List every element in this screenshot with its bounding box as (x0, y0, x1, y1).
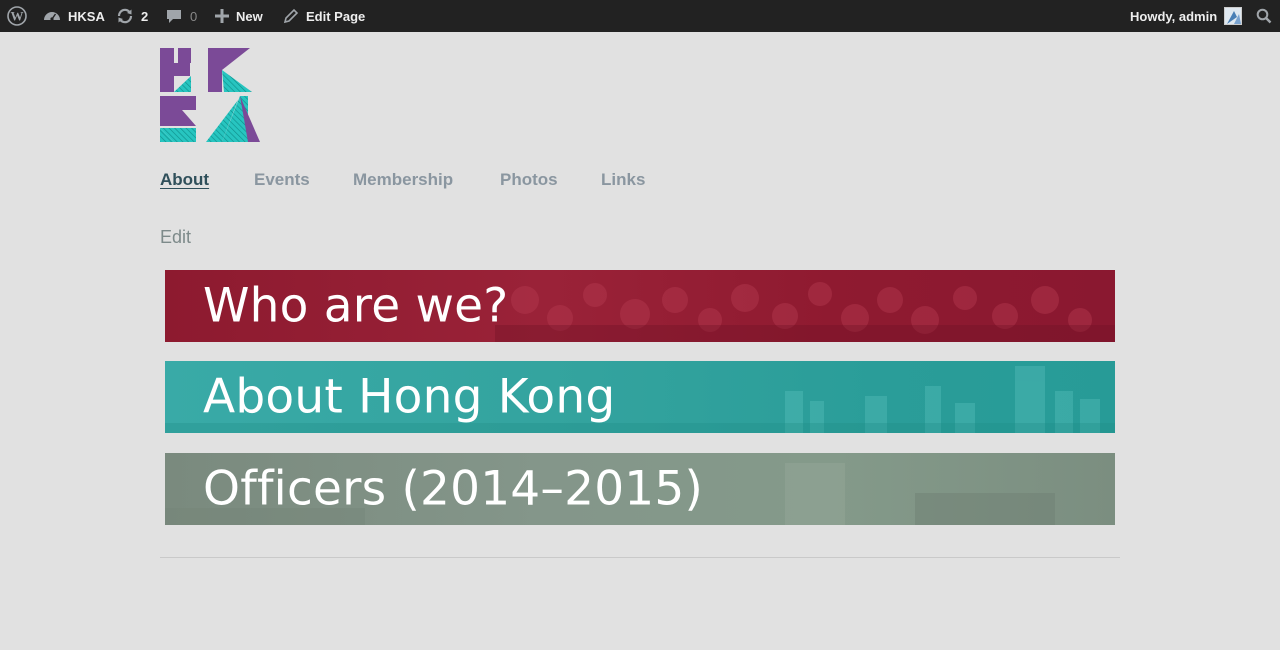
nav-item-membership[interactable]: Membership (353, 170, 453, 190)
search-toggle[interactable] (1256, 0, 1272, 32)
banner-label: Officers (2014–2015) (203, 461, 704, 517)
plus-icon (215, 9, 229, 23)
edit-link[interactable]: Edit (160, 227, 191, 248)
new-content-menu[interactable]: New (215, 0, 263, 32)
banner-about-hong-kong[interactable]: About Hong Kong (165, 361, 1115, 433)
svg-text:W: W (11, 9, 24, 24)
comments-menu[interactable]: 0 (165, 0, 197, 32)
account-menu[interactable]: Howdy, admin (1130, 0, 1243, 32)
nav-item-about[interactable]: About (160, 170, 209, 190)
nav-item-events[interactable]: Events (254, 170, 310, 190)
site-logo[interactable] (160, 46, 260, 142)
wordpress-logo-icon: W (7, 6, 27, 26)
nav-item-links[interactable]: Links (601, 170, 645, 190)
pencil-icon (283, 8, 299, 24)
banner-who-are-we[interactable]: Who are we? (165, 270, 1115, 342)
nav-item-photos[interactable]: Photos (500, 170, 558, 190)
updates-icon (116, 7, 134, 25)
site-name: HKSA (68, 8, 105, 24)
comment-bubble-icon (165, 8, 183, 24)
site-name-menu[interactable]: HKSA (43, 0, 105, 32)
dashboard-icon (43, 8, 61, 24)
updates-menu[interactable]: 2 (116, 0, 148, 32)
avatar (1224, 7, 1243, 25)
updates-count: 2 (141, 8, 149, 24)
banner-officers[interactable]: Officers (2014–2015) (165, 453, 1115, 525)
wordpress-menu[interactable]: W (7, 0, 34, 32)
comments-count: 0 (190, 8, 198, 24)
admin-bar: W HKSA 2 0 New Edit Page Howdy, admin (0, 0, 1280, 32)
edit-page-link[interactable]: Edit Page (283, 0, 365, 32)
howdy-text: Howdy, admin (1130, 8, 1218, 24)
banner-label: About Hong Kong (203, 369, 616, 425)
edit-page-label: Edit Page (306, 8, 366, 24)
search-icon (1256, 8, 1272, 24)
new-label: New (236, 8, 263, 24)
banner-label: Who are we? (203, 278, 509, 334)
content-divider (160, 557, 1120, 558)
